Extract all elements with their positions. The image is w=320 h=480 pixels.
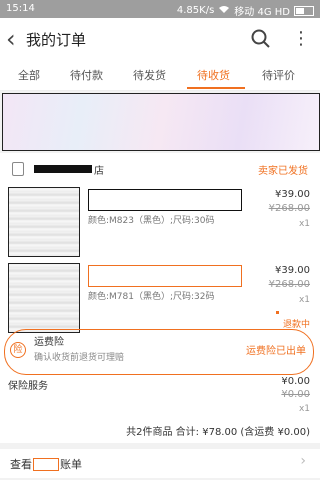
- back-arrow-icon[interactable]: ‹: [6, 25, 28, 53]
- header: ‹ 我的订单 ⋮: [0, 18, 320, 60]
- status-bar: 15:14 4.85K/s 移动 4G HD: [0, 0, 320, 18]
- status-right: 4.85K/s 移动 4G HD: [177, 3, 314, 18]
- order-card: 店 卖家已发货 颜色:M823（黑色）;尺码:30码 ¥39.00 ¥268.0…: [0, 153, 320, 478]
- tab-pending-receipt[interactable]: 待收货: [197, 67, 230, 83]
- insurance-icon: 险: [10, 342, 26, 358]
- insurance-status: 运费险已出单: [246, 346, 306, 357]
- page-title: 我的订单: [26, 31, 87, 49]
- item-quantity: x1: [298, 219, 310, 229]
- view-bill-redacted: [33, 457, 59, 471]
- item-original-price: ¥268.00: [268, 203, 310, 214]
- service-price: ¥0.00: [281, 376, 310, 387]
- refund-dot: [276, 311, 279, 314]
- service-original-price: ¥0.00: [281, 389, 310, 400]
- item-price: ¥39.00: [275, 189, 310, 200]
- tab-all[interactable]: 全部: [18, 67, 40, 83]
- section-divider: [0, 443, 320, 449]
- order-tabs: 全部 待付款 待发货 待收货 待评价: [0, 60, 320, 91]
- order-item[interactable]: 颜色:M823（黑色）;尺码:30码 ¥39.00 ¥268.00 x1: [0, 185, 320, 263]
- item-price: ¥39.00: [275, 265, 310, 276]
- order-status: 卖家已发货: [258, 166, 308, 177]
- store-row[interactable]: 店 卖家已发货: [0, 159, 320, 181]
- insurance-title: 运费险: [34, 337, 64, 348]
- wifi-icon: [218, 5, 230, 17]
- battery-icon: [294, 5, 314, 16]
- store-name-redacted: [34, 165, 92, 173]
- tab-pending-payment[interactable]: 待付款: [70, 67, 103, 83]
- product-thumbnail: [8, 187, 80, 257]
- product-title-redacted: [88, 265, 242, 287]
- tab-pending-review[interactable]: 待评价: [262, 67, 295, 83]
- store-name-suffix: 店: [94, 166, 104, 177]
- view-bill-suffix: 账单: [60, 458, 82, 471]
- view-bill-prefix: 查看: [10, 458, 32, 471]
- tab-pending-shipment[interactable]: 待发货: [133, 67, 166, 83]
- search-icon[interactable]: [250, 28, 272, 50]
- product-attributes: 颜色:M781（黑色）;尺码:32码: [88, 292, 215, 302]
- view-bill-link[interactable]: 查看 账单: [10, 456, 82, 472]
- status-time: 15:14: [6, 3, 35, 14]
- chevron-right-icon[interactable]: ›: [300, 453, 306, 469]
- service-title: 保险服务: [8, 381, 48, 392]
- item-quantity: x1: [298, 295, 310, 305]
- network-speed: 4.85K/s: [176, 5, 215, 16]
- service-quantity: x1: [298, 404, 310, 414]
- product-thumbnail: [8, 263, 80, 333]
- more-vertical-icon[interactable]: ⋮: [292, 28, 310, 50]
- order-item[interactable]: 颜色:M781（黑色）;尺码:32码 ¥39.00 ¥268.00 x1 退款中: [0, 261, 320, 339]
- order-summary: 共2件商品 合计: ¥78.00 (含运费 ¥0.00): [126, 427, 310, 438]
- product-attributes: 颜色:M823（黑色）;尺码:30码: [88, 216, 215, 226]
- carrier: 移动 4G HD: [234, 7, 290, 18]
- store-icon: [12, 162, 24, 176]
- product-title-redacted: [88, 189, 242, 211]
- insurance-description: 确认收货前退货可理赔: [34, 353, 125, 363]
- item-original-price: ¥268.00: [268, 279, 310, 290]
- redacted-banner: [2, 93, 320, 151]
- active-tab-indicator: [187, 87, 245, 89]
